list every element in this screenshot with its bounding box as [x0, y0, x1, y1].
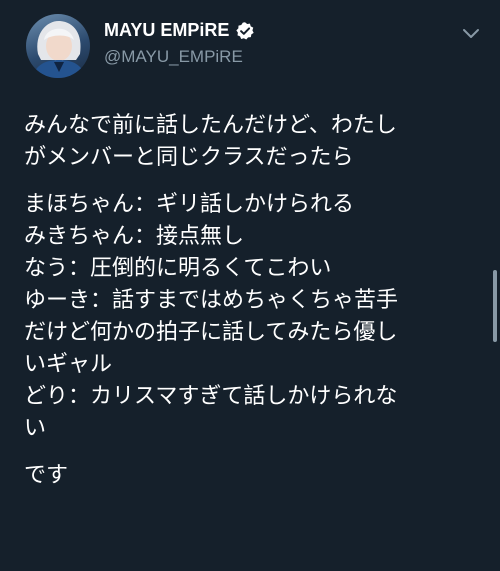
tweet-text: みんなで前に話したんだけど、わたし がメンバーと同じクラスだったら まほちゃん：…: [24, 110, 484, 507]
tweet-line: みきちゃん：接点無し: [24, 224, 245, 249]
tweet-paragraph: みんなで前に話したんだけど、わたし がメンバーと同じクラスだったら: [24, 110, 484, 174]
tweet-card: MAYU EMPiRE @MAYU_EMPiRE みんなで前に話したんだけど、わ…: [0, 0, 500, 571]
tweet-paragraph: です: [24, 460, 484, 492]
avatar[interactable]: [26, 14, 90, 78]
tweet-line: なう：圧倒的に明るくてこわい: [24, 256, 332, 281]
verified-badge-icon: [235, 21, 255, 41]
chevron-down-icon[interactable]: [461, 26, 481, 40]
tweet-paragraph: まほちゃん：ギリ話しかけられる みきちゃん：接点無し なう：圧倒的に明るくてこわ…: [24, 189, 484, 445]
tweet-line: まほちゃん：ギリ話しかけられる: [24, 192, 355, 217]
tweet-line: みんなで前に話したんだけど、わたし: [24, 113, 397, 138]
tweet-line: です: [24, 463, 69, 488]
scrollbar[interactable]: [493, 270, 497, 342]
tweet-line: だけど何かの拍子に話してみたら優し: [24, 320, 398, 345]
tweet-line: がメンバーと同じクラスだったら: [24, 145, 354, 170]
tweet-line: いギャル: [24, 352, 113, 377]
author-name-row: MAYU EMPiRE: [104, 20, 255, 41]
display-name[interactable]: MAYU EMPiRE: [104, 20, 229, 41]
tweet-line: ゆーき：話すまではめちゃくちゃ苦手: [24, 288, 399, 313]
user-handle[interactable]: @MAYU_EMPiRE: [104, 47, 243, 67]
tweet-line: どり：カリスマすぎて話しかけられな: [24, 384, 398, 409]
tweet-line: い: [24, 416, 47, 441]
